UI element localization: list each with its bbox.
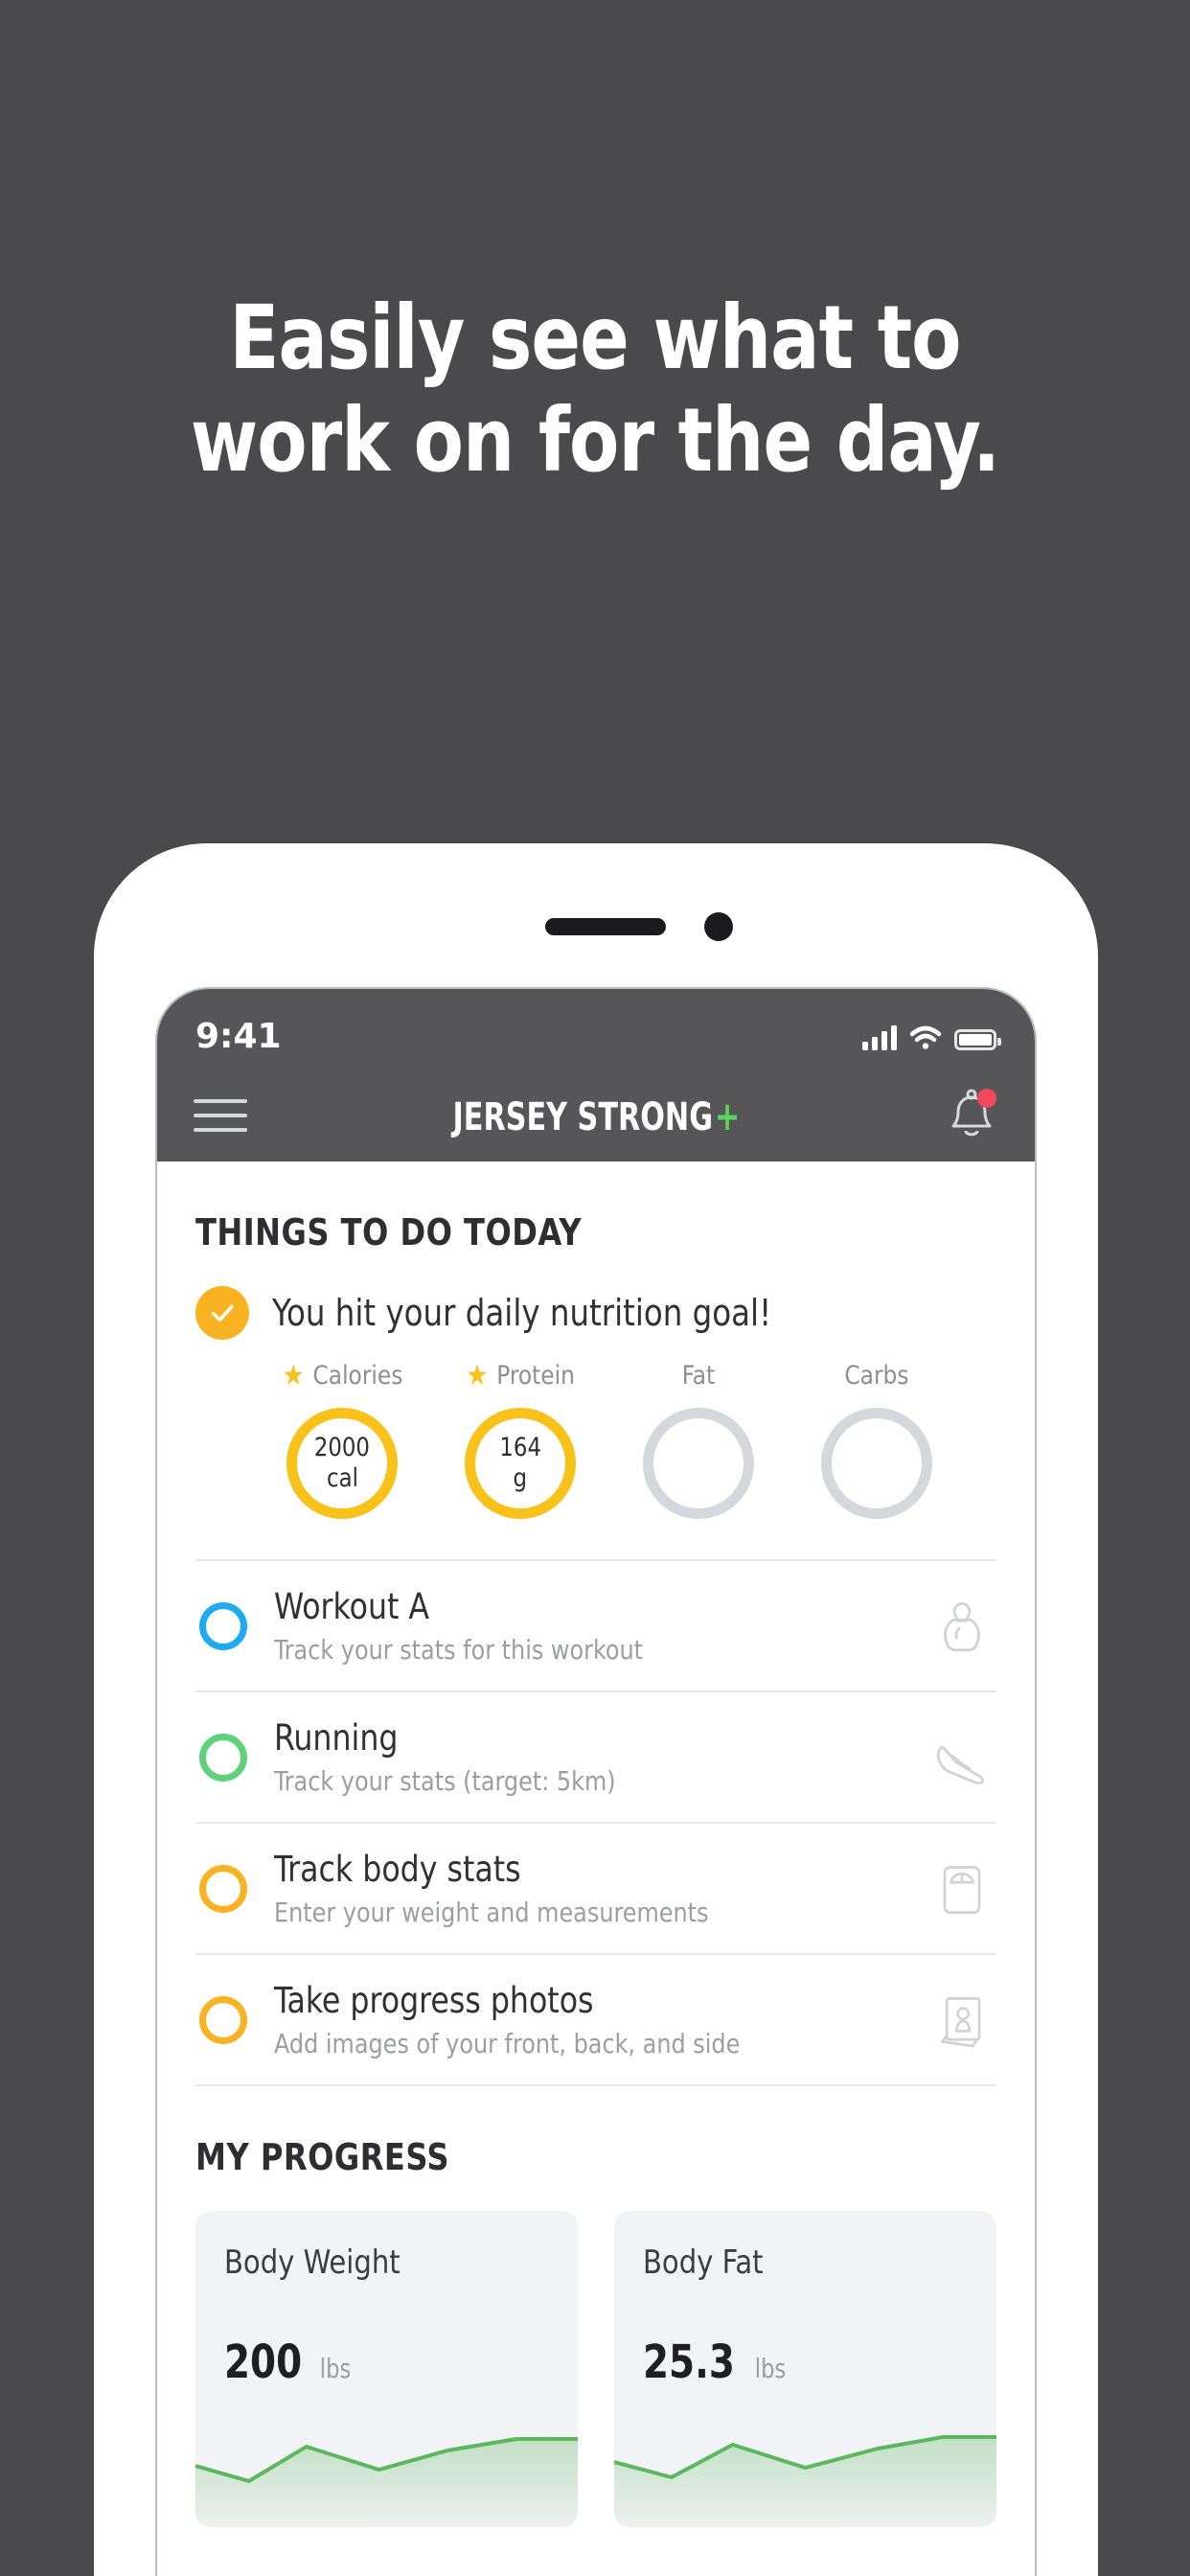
nutrition-goal-message: You hit your daily nutrition goal!: [272, 1292, 772, 1334]
ring-graphic: 2000 cal: [286, 1408, 398, 1519]
ring-label: Protein: [496, 1361, 575, 1391]
ring-graphic: 164 g: [465, 1408, 576, 1519]
sparkline-chart: [614, 2412, 996, 2527]
headline-line-1: Easily see what to: [229, 287, 961, 389]
task-text: Take progress photos Add images of your …: [274, 1980, 901, 2059]
task-subtitle: Enter your weight and measurements: [274, 1897, 709, 1928]
task-title: Take progress photos: [274, 1980, 594, 2021]
task-status-ring[interactable]: [199, 1864, 247, 1913]
ring-label: Fat: [681, 1361, 716, 1391]
status-bar: 9:41: [157, 989, 1035, 1070]
task-status-ring[interactable]: [199, 1733, 247, 1782]
list-item[interactable]: Track body stats Enter your weight and m…: [195, 1822, 996, 1953]
card-unit: lbs: [754, 2353, 786, 2384]
card-value: 25.3: [643, 2335, 735, 2389]
list-item[interactable]: Running Track your stats (target: 5km): [195, 1690, 996, 1822]
cellular-signal-icon: [862, 1025, 897, 1050]
todo-list: Workout A Track your stats for this work…: [195, 1559, 996, 2086]
phone-camera-icon: [704, 912, 733, 941]
progress-card-body-weight[interactable]: Body Weight 200 lbs: [195, 2211, 578, 2527]
progress-photos-icon: [927, 1986, 996, 2055]
promo-headline: Easily see what to work on for the day.: [0, 287, 1190, 492]
task-status-ring[interactable]: [199, 1601, 247, 1650]
phone-screen: 9:41 JERSEY STRONG + THINGS TO DO TODAY …: [155, 987, 1037, 2576]
ring-label-wrap: ★ Protein: [466, 1361, 575, 1391]
weight-scale-icon: [927, 1854, 996, 1923]
progress-cards: Body Weight 200 lbs Body Fat 25.3 lbs: [195, 2211, 996, 2527]
ring-label-wrap: Fat: [682, 1361, 715, 1391]
card-value: 200: [224, 2335, 303, 2389]
ring-value: 2000: [313, 1433, 371, 1463]
star-icon: ★: [282, 1358, 305, 1392]
status-time: 9:41: [195, 1016, 282, 1056]
task-text: Track body stats Enter your weight and m…: [274, 1849, 901, 1928]
ring-graphic: [821, 1408, 932, 1519]
brand-name: JERSEY STRONG: [452, 1094, 713, 1139]
brand-plus: +: [714, 1092, 740, 1139]
task-title: Track body stats: [274, 1849, 521, 1890]
screen-content: THINGS TO DO TODAY You hit your daily nu…: [157, 1211, 1035, 2527]
progress-card-body-fat[interactable]: Body Fat 25.3 lbs: [614, 2211, 996, 2527]
ring-value: 164: [499, 1433, 541, 1463]
ring-label: Carbs: [844, 1361, 909, 1391]
task-subtitle: Track your stats for this workout: [274, 1634, 644, 1666]
sparkline-chart: [195, 2412, 578, 2527]
task-title: Workout A: [274, 1586, 430, 1627]
todo-section-title: THINGS TO DO TODAY: [195, 1211, 583, 1254]
list-item[interactable]: Workout A Track your stats for this work…: [195, 1559, 996, 1690]
card-value-row: 25.3 lbs: [643, 2335, 968, 2389]
ring-unit: g: [513, 1463, 528, 1493]
star-icon: ★: [466, 1358, 489, 1392]
task-text: Running Track your stats (target: 5km): [274, 1717, 901, 1797]
hamburger-menu-icon[interactable]: [194, 1099, 247, 1132]
progress-section-title: MY PROGRESS: [195, 2136, 449, 2178]
check-circle-icon: [195, 1286, 249, 1340]
notifications-button[interactable]: [945, 1087, 998, 1144]
app-brand-logo: JERSEY STRONG +: [452, 1092, 740, 1139]
status-icons: [862, 1025, 1001, 1050]
task-status-ring[interactable]: [199, 1995, 247, 2044]
battery-full-icon: [954, 1029, 1001, 1050]
ring-unit: cal: [326, 1463, 358, 1493]
task-title: Running: [274, 1717, 399, 1759]
phone-mockup: 9:41 JERSEY STRONG + THINGS TO DO TODAY …: [94, 843, 1098, 2576]
nutrition-ring-protein[interactable]: ★ Protein 164 g: [431, 1361, 609, 1519]
card-unit: lbs: [319, 2353, 352, 2384]
notification-badge-dot: [976, 1089, 996, 1108]
ring-label: Calories: [311, 1361, 402, 1391]
card-title: Body Weight: [224, 2243, 400, 2282]
nutrition-goal-row[interactable]: You hit your daily nutrition goal!: [195, 1286, 996, 1340]
list-item[interactable]: Take progress photos Add images of your …: [195, 1953, 996, 2086]
task-subtitle: Add images of your front, back, and side: [274, 2028, 741, 2059]
wifi-icon: [909, 1025, 942, 1049]
ring-graphic: [643, 1408, 754, 1519]
nutrition-ring-carbs[interactable]: Carbs: [788, 1361, 966, 1519]
promo-screenshot: Easily see what to work on for the day. …: [0, 0, 1190, 2576]
nutrition-rings: ★ Calories 2000 cal ★ Protein 164 g Fat …: [195, 1361, 996, 1519]
running-shoe-icon: [927, 1723, 996, 1792]
nutrition-ring-calories[interactable]: ★ Calories 2000 cal: [253, 1361, 431, 1519]
headline-line-2: work on for the day.: [190, 388, 1000, 492]
card-value-row: 200 lbs: [224, 2335, 549, 2389]
card-title: Body Fat: [643, 2243, 764, 2282]
ring-label-wrap: Carbs: [844, 1361, 908, 1391]
task-text: Workout A Track your stats for this work…: [274, 1586, 901, 1666]
phone-speaker-icon: [545, 918, 666, 935]
nutrition-ring-fat[interactable]: Fat: [609, 1361, 788, 1519]
ring-label-wrap: ★ Calories: [282, 1361, 402, 1391]
app-header: JERSEY STRONG +: [157, 1070, 1035, 1162]
kettlebell-icon: [927, 1592, 996, 1661]
task-subtitle: Track your stats (target: 5km): [274, 1765, 616, 1797]
